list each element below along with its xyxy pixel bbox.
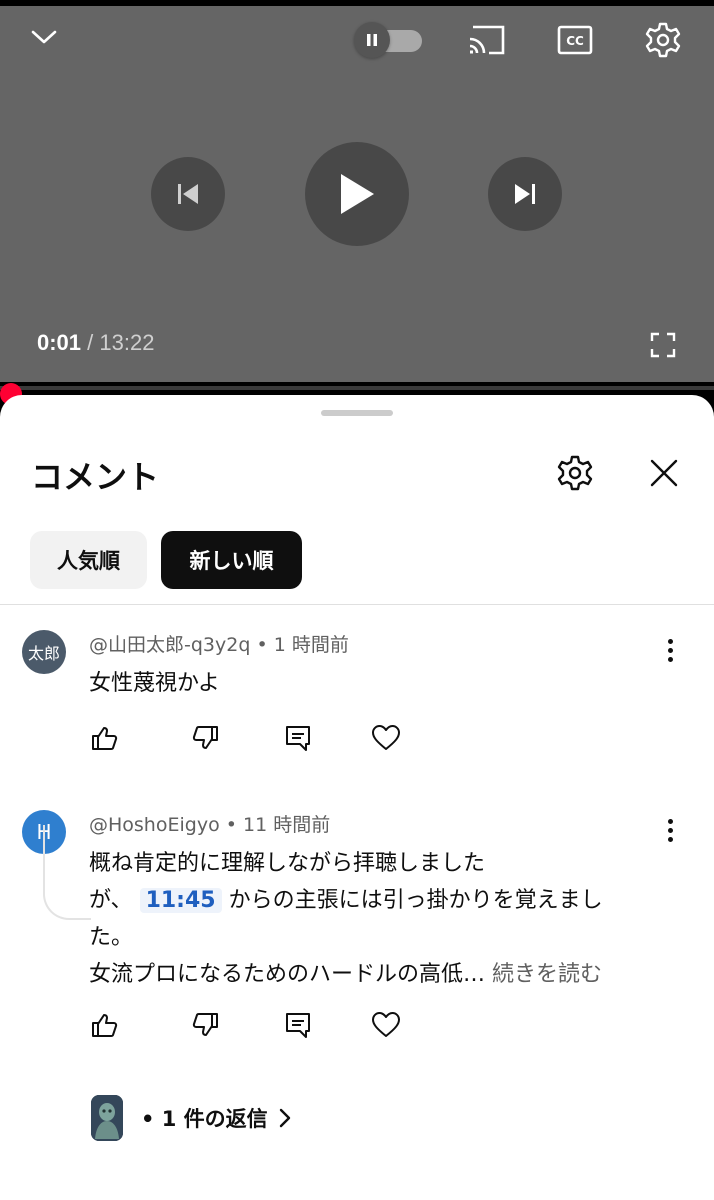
heart-button[interactable] [370, 722, 402, 754]
chevron-down-icon [31, 30, 57, 44]
svg-text:CC: CC [566, 34, 584, 48]
chevron-right-icon [279, 1108, 290, 1128]
comment-meta: @山田太郎-q3y2q • 1 時間前 [89, 630, 349, 657]
play-icon [341, 174, 374, 214]
reply-icon [286, 1013, 310, 1038]
play-button[interactable] [305, 142, 409, 246]
previous-button[interactable] [151, 157, 225, 231]
cc-icon: CC [557, 25, 593, 55]
gear-icon [557, 455, 593, 491]
comments-settings-button[interactable] [553, 451, 597, 495]
comment-author[interactable]: @HoshoEigyo [89, 814, 220, 836]
thumb-up-icon [92, 1014, 118, 1037]
skip-previous-icon [178, 184, 198, 204]
video-duration: 13:22 [99, 330, 155, 355]
drag-handle[interactable] [321, 410, 393, 416]
thumb-down-icon [192, 726, 218, 749]
fullscreen-button[interactable] [646, 328, 680, 362]
thumb-up-icon [92, 727, 118, 750]
reply-button[interactable] [282, 722, 314, 754]
meta-separator: • [256, 634, 268, 656]
player-settings-button[interactable] [640, 17, 686, 63]
collapse-button[interactable] [24, 20, 64, 54]
read-more-link[interactable]: 続きを読む [492, 962, 602, 987]
thread-connector [43, 825, 91, 920]
thumb-down-icon [192, 1013, 218, 1036]
current-time: 0:01 [37, 330, 82, 355]
close-icon [650, 459, 678, 487]
comment-line-part: からの主張には引っ掛かりを覚えまし [228, 888, 603, 913]
heart-button[interactable] [370, 1009, 402, 1041]
comments-sheet: コメント 人気順 新しい順 太郎 @山田太郎-q3y2q • 1 時間前 女性蔑… [0, 395, 714, 1200]
time-display: 0:01 / 13:22 [37, 330, 154, 356]
comment-time: 1 時間前 [273, 634, 349, 656]
cast-button[interactable] [464, 20, 510, 60]
chip-popular[interactable]: 人気順 [30, 531, 147, 589]
chip-newest[interactable]: 新しい順 [161, 531, 302, 589]
avatar [91, 1095, 123, 1141]
comment-time: 11 時間前 [243, 814, 331, 836]
close-button[interactable] [642, 451, 686, 495]
fullscreen-icon [650, 332, 676, 358]
autoplay-pause-icon [354, 22, 390, 58]
timestamp-link[interactable]: 11:45 [139, 888, 222, 913]
more-button[interactable] [656, 813, 684, 847]
comment-actions [89, 722, 419, 762]
meta-separator: • [225, 814, 237, 836]
heart-icon [372, 725, 400, 750]
like-button[interactable] [89, 1009, 121, 1041]
comment-line: 概ね肯定的に理解しながら拝聴しました [89, 851, 486, 876]
page-title: コメント [31, 458, 160, 496]
like-button[interactable] [89, 722, 121, 754]
comment-text: 概ね肯定的に理解しながら拝聴しました が、 11:45 からの主張には引っ掛かり… [89, 845, 669, 993]
comment-line-part: が、 [89, 888, 133, 913]
comment-author[interactable]: @山田太郎-q3y2q [89, 634, 250, 656]
captions-button[interactable]: CC [554, 20, 596, 60]
comment-actions [89, 1009, 419, 1049]
progress-bar[interactable] [0, 386, 714, 390]
dislike-button[interactable] [189, 722, 221, 754]
more-button[interactable] [656, 633, 684, 667]
autoplay-toggle[interactable] [354, 22, 424, 58]
comment-line-part: 女流プロになるためのハードルの高低… [89, 962, 486, 987]
video-player[interactable]: CC 0:01 / 13:22 [0, 0, 714, 405]
cast-icon [469, 25, 505, 55]
next-button[interactable] [488, 157, 562, 231]
comment-line: 女流プロになるためのハードルの高低… 続きを読む [89, 956, 669, 993]
time-separator: / [87, 330, 94, 355]
view-replies-button[interactable]: • 1 件の返信 [91, 1095, 292, 1141]
heart-icon [372, 1012, 400, 1037]
comment-text: 女性蔑視かよ [89, 671, 220, 696]
reply-button[interactable] [282, 1009, 314, 1041]
comment-meta: @HoshoEigyo • 11 時間前 [89, 810, 330, 837]
gear-icon [645, 22, 681, 58]
skip-next-icon [515, 184, 535, 204]
dislike-button[interactable] [189, 1009, 221, 1041]
reply-icon [286, 726, 310, 751]
divider [0, 604, 714, 605]
comment-line: が、 11:45 からの主張には引っ掛かりを覚えまし [89, 882, 669, 919]
replies-count: • 1 件の返信 [141, 1107, 268, 1131]
comment-line: た。 [89, 925, 134, 950]
avatar[interactable]: 太郎 [22, 630, 66, 674]
